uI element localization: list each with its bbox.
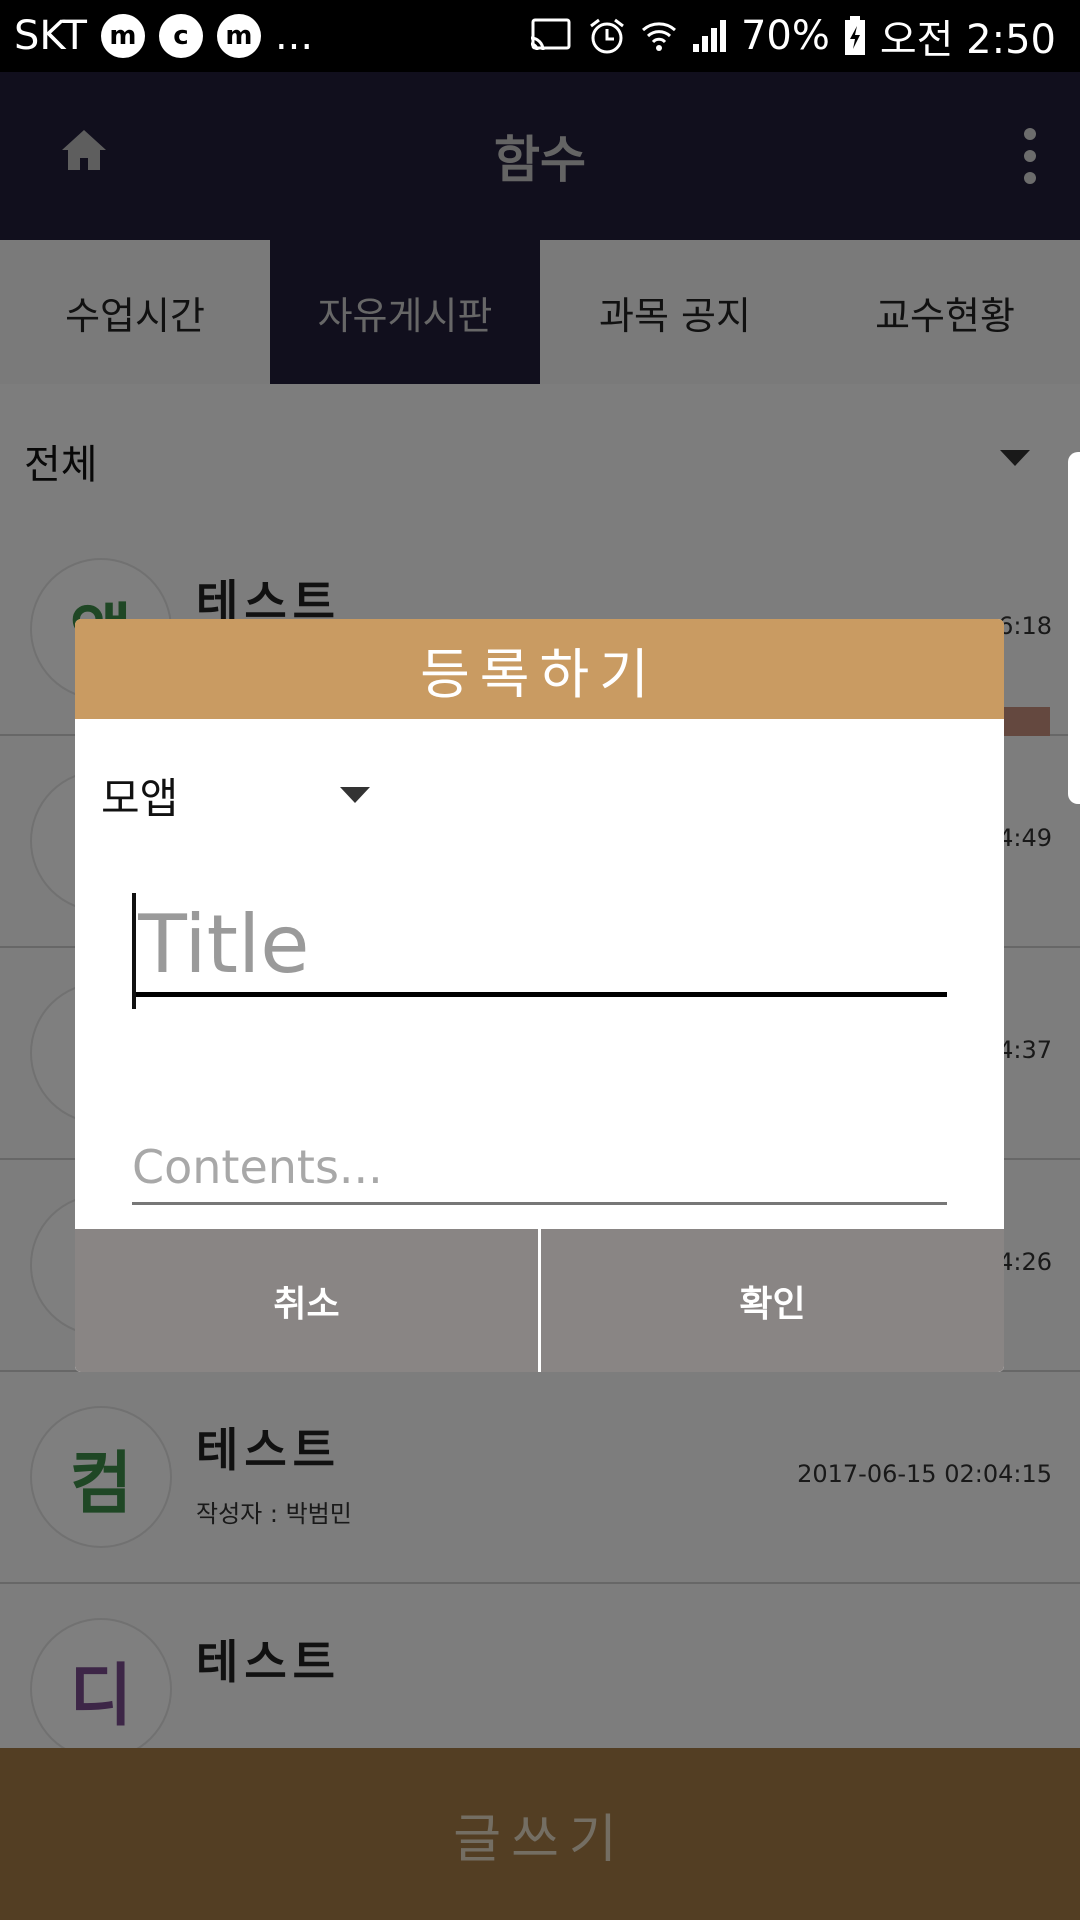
carrier-label: SKT (14, 13, 87, 59)
status-bar-right: 70% 오전 2:50 (529, 7, 1056, 65)
battery-charging-icon (844, 16, 865, 55)
c-app-icon: c (158, 14, 203, 58)
title-input[interactable] (132, 897, 947, 997)
clock: 오전 2:50 (879, 17, 1056, 63)
more-notifications-indicator: ... (274, 13, 314, 59)
battery-percent: 70% (740, 13, 830, 59)
dialog-button-row: 취소 확인 (75, 1229, 1004, 1372)
dialog-title: 등록하기 (75, 619, 1004, 719)
scrollbar[interactable] (1068, 452, 1080, 804)
register-post-dialog: 등록하기 모앱 취소 확인 (75, 619, 1004, 1372)
alarm-icon (590, 18, 624, 54)
cast-icon (530, 18, 571, 51)
m-app-icon: m (100, 14, 145, 58)
category-select[interactable]: 모앱 (101, 765, 178, 826)
status-bar-left: SKT m c m ... (14, 13, 313, 59)
text-cursor (132, 893, 136, 1009)
wifi-icon (641, 22, 676, 51)
m-app-icon-2: m (216, 14, 261, 58)
cancel-button[interactable]: 취소 (75, 1229, 538, 1372)
confirm-button[interactable]: 확인 (541, 1229, 1004, 1372)
signal-icon (692, 20, 726, 52)
status-bar: SKT m c m ... 70% 오전 2:50 (0, 0, 1080, 72)
contents-input[interactable] (132, 1131, 947, 1205)
category-dropdown-arrow-icon[interactable] (340, 787, 370, 803)
